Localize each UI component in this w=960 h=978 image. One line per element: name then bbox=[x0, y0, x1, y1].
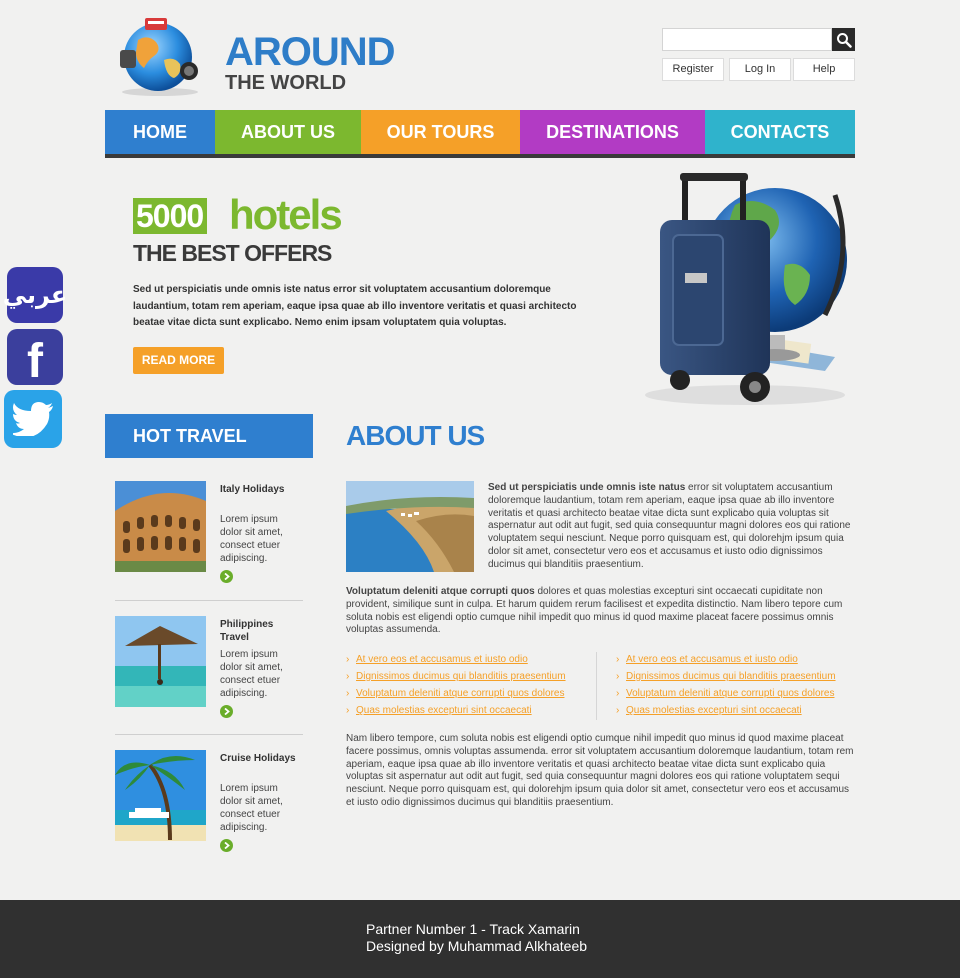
about-link[interactable]: › Quas molestias excepturi sint occaecati bbox=[616, 704, 866, 721]
top-links: Register Log In Help bbox=[662, 58, 855, 81]
register-button[interactable]: Register bbox=[662, 58, 724, 81]
hero-number: 5000 bbox=[133, 198, 208, 234]
about-paragraph-3: Nam libero tempore, cum soluta nobis est… bbox=[346, 733, 854, 808]
nav-item-our-tours[interactable]: OUR TOURS bbox=[361, 110, 520, 154]
hot-item-title[interactable]: Philippines Travel bbox=[220, 618, 300, 644]
about-us-heading: ABOUT US bbox=[346, 420, 485, 451]
about-link[interactable]: › Voluptatum deleniti atque corrupti quos… bbox=[346, 687, 596, 704]
about-link[interactable]: › Quas molestias excepturi sint occaecati bbox=[346, 704, 596, 721]
facebook-button[interactable]: f bbox=[0, 329, 64, 388]
chevron-right-icon: › bbox=[616, 654, 620, 665]
search-box bbox=[662, 28, 855, 51]
philippines-thumbnail[interactable] bbox=[115, 616, 206, 707]
links-right: › At vero eos et accusamus et iusto odio … bbox=[616, 653, 866, 721]
suitcase-globe-image bbox=[645, 173, 847, 405]
footer-line-2: Designed by Muhammad Alkhateeb bbox=[366, 938, 588, 954]
site-logo[interactable]: AROUND THE WORLD bbox=[110, 12, 396, 97]
read-more-button[interactable]: READ MORE bbox=[133, 347, 224, 374]
about-link[interactable]: › Dignissimos ducimus qui blanditiis prae… bbox=[346, 670, 596, 687]
chevron-right-icon: › bbox=[346, 688, 350, 699]
nav-item-contacts[interactable]: CONTACTS bbox=[705, 110, 855, 154]
coastline-image bbox=[346, 481, 474, 572]
language-icon: عربي bbox=[3, 267, 67, 323]
logo-title: AROUND bbox=[225, 30, 396, 74]
chevron-right-icon: › bbox=[616, 688, 620, 699]
nav-underline bbox=[105, 154, 855, 158]
about-p1-body: error sit voluptatem accusantium dolorem… bbox=[488, 482, 851, 570]
hot-item: Philippines Travel Lorem ipsum dolor sit… bbox=[115, 616, 303, 736]
arrow-right-icon[interactable] bbox=[220, 705, 233, 718]
hot-travel-heading: HOT TRAVEL bbox=[105, 414, 313, 458]
login-button[interactable]: Log In bbox=[729, 58, 791, 81]
search-input[interactable] bbox=[662, 28, 832, 51]
chevron-right-icon: › bbox=[616, 705, 620, 716]
nav-item-destinations[interactable]: DESTINATIONS bbox=[520, 110, 705, 154]
hot-item-desc: Lorem ipsum dolor sit amet, consect etue… bbox=[220, 649, 283, 699]
hot-item: Cruise Holidays Lorem ipsum dolor sit am… bbox=[115, 750, 303, 870]
chevron-right-icon: › bbox=[616, 671, 620, 682]
footer: Partner Number 1 - Track Xamarin Designe… bbox=[0, 900, 960, 978]
about-link[interactable]: › Voluptatum deleniti atque corrupti quos… bbox=[616, 687, 866, 704]
main-nav: HOME ABOUT US OUR TOURS DESTINATIONS CON… bbox=[105, 110, 855, 154]
search-icon bbox=[836, 32, 852, 48]
help-button[interactable]: Help bbox=[793, 58, 855, 81]
twitter-button[interactable] bbox=[0, 390, 64, 448]
about-p2-lead: Voluptatum deleniti atque corrupti quos bbox=[346, 586, 535, 597]
arabic-label: عربي bbox=[2, 281, 68, 309]
nav-item-home[interactable]: HOME bbox=[105, 110, 215, 154]
hero-word: hotels bbox=[229, 191, 343, 238]
arrow-right-icon[interactable] bbox=[220, 839, 233, 852]
about-link[interactable]: › At vero eos et accusamus et iusto odio bbox=[346, 653, 596, 670]
facebook-icon: f bbox=[7, 329, 63, 388]
arabic-language-button[interactable]: عربي bbox=[0, 267, 67, 325]
footer-line-1: Partner Number 1 - Track Xamarin bbox=[366, 921, 580, 937]
about-paragraph-2: Voluptatum deleniti atque corrupti quos … bbox=[346, 586, 855, 637]
chevron-right-icon: › bbox=[346, 654, 350, 665]
links-divider bbox=[596, 652, 597, 720]
hot-item-title[interactable]: Cruise Holidays bbox=[220, 752, 300, 765]
hot-item: Italy Holidays Lorem ipsum dolor sit ame… bbox=[115, 481, 303, 601]
globe-logo-icon bbox=[120, 18, 198, 96]
logo-subtitle: THE WORLD bbox=[225, 72, 347, 94]
cruise-thumbnail[interactable] bbox=[115, 750, 206, 841]
hero-offer-title: THE BEST OFFERS bbox=[133, 240, 332, 266]
hot-item-desc: Lorem ipsum dolor sit amet, consect etue… bbox=[220, 783, 283, 833]
about-link[interactable]: › Dignissimos ducimus qui blanditiis prae… bbox=[616, 670, 866, 687]
arrow-right-icon[interactable] bbox=[220, 570, 233, 583]
chevron-right-icon: › bbox=[346, 671, 350, 682]
about-paragraph-1: Sed ut perspiciatis unde omnis iste natu… bbox=[488, 482, 855, 572]
hot-separator bbox=[115, 734, 303, 735]
about-link[interactable]: › At vero eos et accusamus et iusto odio bbox=[616, 653, 866, 670]
twitter-icon bbox=[4, 390, 62, 448]
italy-thumbnail[interactable] bbox=[115, 481, 206, 572]
hot-item-desc: Lorem ipsum dolor sit amet, consect etue… bbox=[220, 514, 283, 564]
nav-item-about-us[interactable]: ABOUT US bbox=[215, 110, 361, 154]
search-button[interactable] bbox=[832, 28, 855, 51]
about-p1-lead: Sed ut perspiciatis unde omnis iste natu… bbox=[488, 482, 686, 493]
hero-text: Sed ut perspiciatis unde omnis iste natu… bbox=[133, 284, 577, 328]
hot-separator bbox=[115, 600, 303, 601]
hot-item-title[interactable]: Italy Holidays bbox=[220, 483, 300, 496]
facebook-glyph: f bbox=[27, 335, 43, 388]
links-left: › At vero eos et accusamus et iusto odio … bbox=[346, 653, 596, 721]
chevron-right-icon: › bbox=[346, 705, 350, 716]
